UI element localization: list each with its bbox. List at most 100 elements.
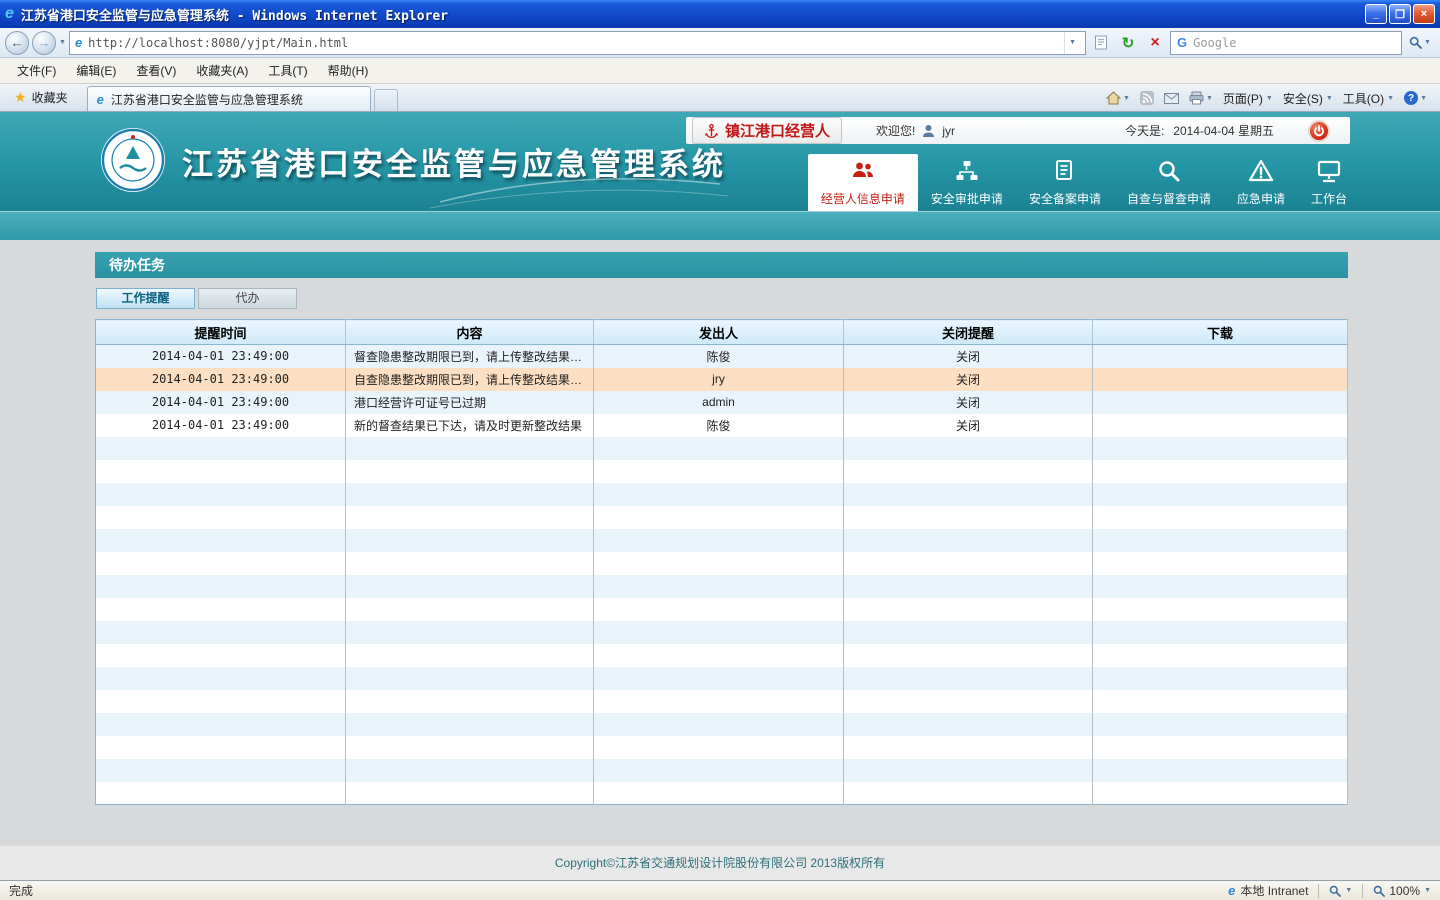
home-icon	[1106, 91, 1121, 105]
cell-time: 2014-04-01 23:49:00	[96, 368, 346, 391]
address-dropdown-icon[interactable]: ▼	[1064, 32, 1080, 54]
magnifier-icon	[1373, 885, 1385, 897]
logout-button[interactable]	[1308, 120, 1330, 142]
table-empty-row	[96, 437, 1348, 460]
cell-content	[346, 621, 594, 644]
refresh-icon[interactable]: ↻	[1116, 31, 1140, 55]
cell-download	[1093, 391, 1348, 414]
page-icon: e	[75, 35, 82, 50]
back-icon[interactable]: ←	[5, 31, 29, 55]
menu-item-2[interactable]: 查看(V)	[127, 59, 185, 82]
forward-icon[interactable]: →	[32, 31, 56, 55]
address-url[interactable]: http://localhost:8080/yjpt/Main.html	[88, 36, 1058, 50]
status-bar: 完成 e 本地 Intranet ▼ 100% ▼	[0, 880, 1440, 900]
menu-item-4[interactable]: 工具(T)	[259, 59, 316, 82]
cell-close	[844, 437, 1093, 460]
cell-close	[844, 713, 1093, 736]
close-link[interactable]: 关闭	[844, 391, 1093, 414]
menu-item-1[interactable]: 编辑(E)	[67, 59, 125, 82]
tab-todo[interactable]: 代办	[198, 288, 297, 309]
browser-tab-active[interactable]: e 江苏省港口安全监管与应急管理系统	[87, 86, 371, 111]
task-row: 2014-04-01 23:49:00自查隐患整改期限已到，请上传整改结果…jr…	[96, 368, 1348, 391]
tab-title: 江苏省港口安全监管与应急管理系统	[111, 91, 303, 108]
cell-download	[1093, 437, 1348, 460]
cell-sender	[594, 644, 844, 667]
date-value: 2014-04-04 星期五	[1173, 122, 1274, 139]
cell-sender: jry	[594, 368, 844, 391]
cell-time	[96, 690, 346, 713]
emergency-icon	[1248, 158, 1274, 187]
menu-item-5[interactable]: 帮助(H)	[319, 59, 378, 82]
compatibility-view-icon[interactable]	[1089, 31, 1113, 55]
search-button[interactable]: ▼	[1405, 31, 1435, 55]
cell-sender	[594, 483, 844, 506]
nav-safety-approval[interactable]: 安全审批申请	[918, 154, 1016, 211]
cell-close	[844, 460, 1093, 483]
nav-workbench[interactable]: 工作台	[1298, 154, 1360, 211]
cell-sender: 陈俊	[594, 345, 844, 368]
cell-download	[1093, 529, 1348, 552]
content-area: 待办任务 工作提醒 代办 提醒时间内容发出人关闭提醒下载 2014-04-01 …	[0, 240, 1440, 846]
close-icon[interactable]: ×	[1413, 4, 1435, 24]
table-empty-row	[96, 644, 1348, 667]
cell-content	[346, 506, 594, 529]
cell-close	[844, 690, 1093, 713]
table-empty-row	[96, 736, 1348, 759]
close-link[interactable]: 关闭	[844, 414, 1093, 437]
cell-time	[96, 736, 346, 759]
cell-close	[844, 529, 1093, 552]
toolbar-button-1[interactable]: 安全(S)▼	[1283, 90, 1333, 107]
history-chevron-icon[interactable]: ▼	[59, 39, 66, 46]
home-button[interactable]: ▼	[1106, 91, 1130, 105]
maximize-icon[interactable]: ❐	[1389, 4, 1411, 24]
search-icon	[1409, 36, 1422, 49]
address-input[interactable]: e http://localhost:8080/yjpt/Main.html ▼	[69, 31, 1086, 55]
menu-item-3[interactable]: 收藏夹(A)	[187, 59, 257, 82]
cell-time	[96, 506, 346, 529]
menu-item-0[interactable]: 文件(F)	[8, 59, 65, 82]
column-header: 提醒时间	[96, 320, 346, 345]
zoom-level-button[interactable]: 100% ▼	[1373, 884, 1431, 898]
help-button[interactable]: ? ▼	[1404, 91, 1427, 105]
minimize-icon[interactable]: _	[1365, 4, 1387, 24]
new-tab-button[interactable]	[374, 89, 398, 111]
safety-record-icon	[1052, 158, 1078, 187]
cell-time	[96, 552, 346, 575]
cell-content	[346, 483, 594, 506]
toolbar-text-buttons: 页面(P)▼ 安全(S)▼ 工具(O)▼	[1223, 90, 1394, 107]
toolbar-button-0[interactable]: 页面(P)▼	[1223, 90, 1273, 107]
role-badge: 镇江港口经营人	[692, 117, 842, 144]
cell-content	[346, 552, 594, 575]
cell-time: 2014-04-01 23:49:00	[96, 391, 346, 414]
favorites-button[interactable]: ★ 收藏夹	[5, 85, 77, 109]
decorative-swoosh	[430, 164, 730, 210]
print-icon	[1189, 91, 1204, 105]
cell-download	[1093, 345, 1348, 368]
toolbar-button-2[interactable]: 工具(O)▼	[1343, 90, 1394, 107]
zoom-menu-button[interactable]: ▼	[1329, 885, 1352, 897]
cell-download	[1093, 621, 1348, 644]
nav-emergency[interactable]: 应急申请	[1224, 154, 1298, 211]
nav-operator-info[interactable]: 经营人信息申请	[808, 154, 918, 211]
cell-time	[96, 667, 346, 690]
user-info-strip: 镇江港口经营人 欢迎您! jyr 今天是: 2014-04-04 星期五	[686, 117, 1350, 144]
close-link[interactable]: 关闭	[844, 368, 1093, 391]
cell-sender	[594, 736, 844, 759]
cell-content	[346, 690, 594, 713]
search-input[interactable]: G Google	[1170, 31, 1402, 55]
nav-inspection[interactable]: 自查与督查申请	[1114, 154, 1224, 211]
print-button[interactable]: ▼	[1189, 91, 1213, 105]
cell-time	[96, 644, 346, 667]
stop-icon[interactable]: ×	[1143, 31, 1167, 55]
read-mail-button[interactable]	[1164, 93, 1179, 104]
cell-download	[1093, 368, 1348, 391]
column-header: 发出人	[594, 320, 844, 345]
tab-work-reminder[interactable]: 工作提醒	[96, 288, 195, 309]
nav-safety-record[interactable]: 安全备案申请	[1016, 154, 1114, 211]
search-placeholder: Google	[1193, 36, 1236, 50]
web-page: 江苏省港口安全监管与应急管理系统 镇江港口经营人 欢迎您! jyr	[0, 112, 1440, 880]
table-empty-row	[96, 690, 1348, 713]
table-empty-row	[96, 529, 1348, 552]
close-link[interactable]: 关闭	[844, 345, 1093, 368]
feeds-button[interactable]	[1140, 91, 1154, 105]
